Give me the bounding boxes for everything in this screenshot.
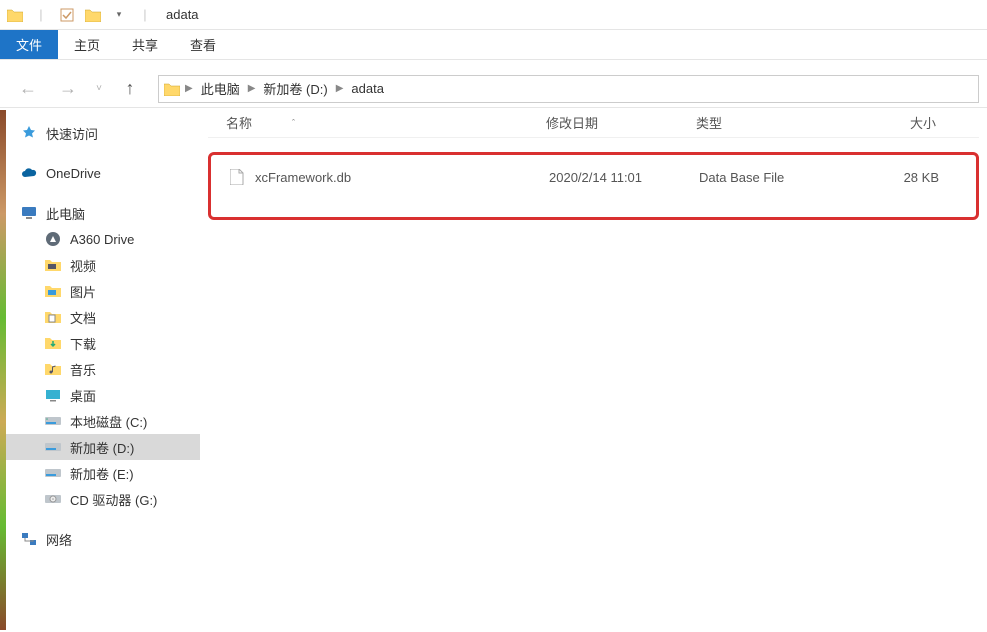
sidebar-item-label: 此电脑	[46, 204, 85, 223]
sidebar-item-desktop[interactable]: 桌面	[0, 382, 200, 408]
tab-view[interactable]: 查看	[174, 30, 232, 59]
desktop-icon	[44, 386, 62, 404]
video-icon	[44, 256, 62, 274]
breadcrumb[interactable]: ▶ 此电脑 ▶ 新加卷 (D:) ▶ adata	[158, 75, 979, 103]
breadcrumb-item[interactable]: adata	[347, 81, 388, 96]
column-header-name[interactable]: 名称 ˆ	[226, 113, 546, 132]
column-headers: 名称 ˆ 修改日期 类型 大小	[208, 108, 979, 138]
qat-properties-icon[interactable]	[56, 4, 78, 26]
qat-separator: |	[30, 4, 52, 26]
decorative-edge	[0, 110, 6, 630]
sidebar-item-label: 本地磁盘 (C:)	[70, 412, 147, 431]
sidebar-item-downloads[interactable]: 下载	[0, 330, 200, 356]
file-icon	[229, 169, 245, 185]
drive-icon	[44, 464, 62, 482]
sidebar-item-network[interactable]: 网络	[0, 526, 200, 552]
downloads-icon	[44, 334, 62, 352]
chevron-right-icon[interactable]: ▶	[336, 83, 344, 94]
sidebar-item-video[interactable]: 视频	[0, 252, 200, 278]
tab-share[interactable]: 共享	[116, 30, 174, 59]
chevron-right-icon[interactable]: ▶	[185, 83, 193, 94]
sidebar-item-drive-c[interactable]: 本地磁盘 (C:)	[0, 408, 200, 434]
sidebar-item-label: 快速访问	[46, 124, 98, 143]
sidebar-item-label: 下载	[70, 334, 96, 353]
file-name: xcFramework.db	[255, 170, 351, 185]
drive-c-icon	[44, 412, 62, 430]
sidebar-item-label: 视频	[70, 256, 96, 275]
cd-icon	[44, 490, 62, 508]
network-icon	[20, 530, 38, 548]
sidebar-item-label: 网络	[46, 530, 72, 549]
sidebar-item-label: 新加卷 (D:)	[70, 438, 134, 457]
sidebar-item-drive[interactable]: 新加卷 (E:)	[0, 460, 200, 486]
titlebar: | ▾ | adata	[0, 0, 987, 30]
sidebar-item-label: 桌面	[70, 386, 96, 405]
file-date: 2020/2/14 11:01	[549, 170, 699, 185]
nav-up-button[interactable]: ↑	[114, 75, 146, 103]
pictures-icon	[44, 282, 62, 300]
sidebar-item-label: A360 Drive	[70, 232, 134, 247]
breadcrumb-item[interactable]: 新加卷 (D:)	[259, 79, 331, 98]
qat-dropdown-icon[interactable]: ▾	[108, 4, 130, 26]
content-area: 快速访问 OneDrive 此电脑 A360 Drive 视频图片文档下载音乐桌面…	[0, 108, 987, 632]
folder-icon	[4, 4, 26, 26]
sidebar-item-onedrive[interactable]: OneDrive	[0, 160, 200, 186]
tab-file[interactable]: 文件	[0, 30, 58, 59]
nav-row: ← → ˅ ↑ ▶ 此电脑 ▶ 新加卷 (D:) ▶ adata	[0, 70, 987, 108]
a360-icon	[44, 230, 62, 248]
pc-icon	[20, 204, 38, 222]
nav-recent-dropdown[interactable]: ˅	[92, 75, 106, 103]
nav-forward-button[interactable]: →	[52, 75, 84, 103]
sidebar-item-a360[interactable]: A360 Drive	[0, 226, 200, 252]
sidebar-item-music[interactable]: 音乐	[0, 356, 200, 382]
sidebar: 快速访问 OneDrive 此电脑 A360 Drive 视频图片文档下载音乐桌面…	[0, 108, 200, 632]
column-header-label: 名称	[226, 113, 252, 132]
annotation-highlight: xcFramework.db 2020/2/14 11:01 Data Base…	[208, 152, 979, 220]
tab-home[interactable]: 主页	[58, 30, 116, 59]
file-size: 28 KB	[849, 170, 939, 185]
file-type: Data Base File	[699, 170, 849, 185]
file-list-panel: 名称 ˆ 修改日期 类型 大小 xcFramework.db 2020/2/14…	[200, 108, 987, 632]
sidebar-item-cd[interactable]: CD 驱动器 (G:)	[0, 486, 200, 512]
folder-icon	[163, 80, 181, 98]
column-header-size[interactable]: 大小	[846, 113, 936, 132]
sort-indicator-icon: ˆ	[292, 118, 295, 128]
drive-icon	[44, 438, 62, 456]
column-header-type[interactable]: 类型	[696, 113, 846, 132]
documents-icon	[44, 308, 62, 326]
sidebar-item-this-pc[interactable]: 此电脑	[0, 200, 200, 226]
ribbon-tabs: 文件 主页 共享 查看	[0, 30, 987, 60]
breadcrumb-item[interactable]: 此电脑	[197, 79, 244, 98]
sidebar-item-label: OneDrive	[46, 166, 101, 181]
sidebar-item-drive[interactable]: 新加卷 (D:)	[0, 434, 200, 460]
sidebar-item-label: CD 驱动器 (G:)	[70, 490, 157, 509]
music-icon	[44, 360, 62, 378]
sidebar-item-label: 新加卷 (E:)	[70, 464, 134, 483]
sidebar-item-quick-access[interactable]: 快速访问	[0, 120, 200, 146]
column-header-date[interactable]: 修改日期	[546, 113, 696, 132]
sidebar-item-label: 文档	[70, 308, 96, 327]
qat-separator-2: |	[134, 4, 156, 26]
window-title: adata	[166, 7, 199, 22]
sidebar-item-label: 音乐	[70, 360, 96, 379]
sidebar-item-documents[interactable]: 文档	[0, 304, 200, 330]
nav-back-button[interactable]: ←	[12, 75, 44, 103]
sidebar-item-label: 图片	[70, 282, 96, 301]
star-icon	[20, 124, 38, 142]
chevron-right-icon[interactable]: ▶	[248, 83, 256, 94]
folder-icon-2	[82, 4, 104, 26]
file-row[interactable]: xcFramework.db 2020/2/14 11:01 Data Base…	[211, 163, 976, 191]
sidebar-item-pictures[interactable]: 图片	[0, 278, 200, 304]
cloud-icon	[20, 164, 38, 182]
